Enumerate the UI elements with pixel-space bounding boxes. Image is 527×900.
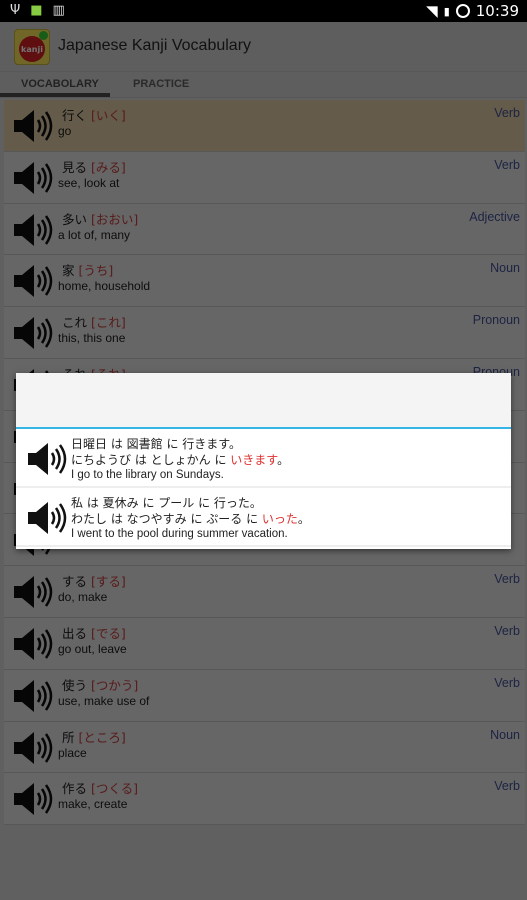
- kana-highlight: いきます: [230, 453, 278, 467]
- app-logo[interactable]: kanji: [14, 29, 50, 65]
- kana-text: わたし は なつやすみ に ぷーる に: [71, 512, 262, 526]
- speaker-icon[interactable]: [26, 441, 68, 477]
- logo-badge: [39, 31, 48, 40]
- android-debug-icon: ■: [30, 3, 43, 18]
- app-title: Japanese Kanji Vocabulary: [58, 37, 252, 54]
- wifi-icon: ◥: [426, 2, 438, 20]
- clock: 10:39: [475, 2, 519, 20]
- sync-icon: [455, 4, 470, 18]
- kana-text: にちようび は としょかん に: [71, 453, 231, 467]
- tab-indicator: [0, 93, 110, 97]
- status-bar: Ψ ■ ▥ ◥ ▮ 10:39: [0, 0, 527, 22]
- tab-vocabulary[interactable]: VOCABOLARY: [21, 78, 99, 90]
- example-row[interactable]: 日曜日 は 図書館 に 行きます。 にちようび は としょかん に いきます。 …: [16, 429, 511, 488]
- example-english: I go to the library on Sundays.: [71, 469, 224, 481]
- logo-text: kanji: [19, 36, 45, 62]
- sim-icon: ▮: [443, 4, 450, 18]
- kana-highlight: いった: [261, 512, 298, 526]
- tab-bar: VOCABOLARY PRACTICE: [0, 72, 527, 98]
- kana-end: 。: [297, 512, 310, 526]
- example-japanese: 私 は 夏休み に プール に 行った。: [71, 496, 262, 510]
- example-kana: わたし は なつやすみ に ぷーる に いった。: [71, 510, 310, 527]
- example-japanese: 日曜日 は 図書館 に 行きます。: [71, 437, 242, 451]
- action-bar: kanji Japanese Kanji Vocabulary: [0, 22, 527, 72]
- example-kana: にちようび は としょかん に いきます。: [71, 451, 289, 468]
- example-english: I went to the pool during summer vacatio…: [71, 528, 288, 540]
- example-row[interactable]: 私 は 夏休み に プール に 行った。 わたし は なつやすみ に ぷーる に…: [16, 488, 511, 547]
- barcode-icon: ▥: [52, 3, 65, 18]
- dialog-header: [16, 373, 511, 429]
- speaker-icon[interactable]: [26, 500, 68, 536]
- kana-end: 。: [277, 453, 290, 467]
- tab-practice[interactable]: PRACTICE: [133, 78, 189, 90]
- examples-dialog: 日曜日 は 図書館 に 行きます。 にちようび は としょかん に いきます。 …: [16, 373, 511, 549]
- usb-icon: Ψ: [10, 3, 21, 18]
